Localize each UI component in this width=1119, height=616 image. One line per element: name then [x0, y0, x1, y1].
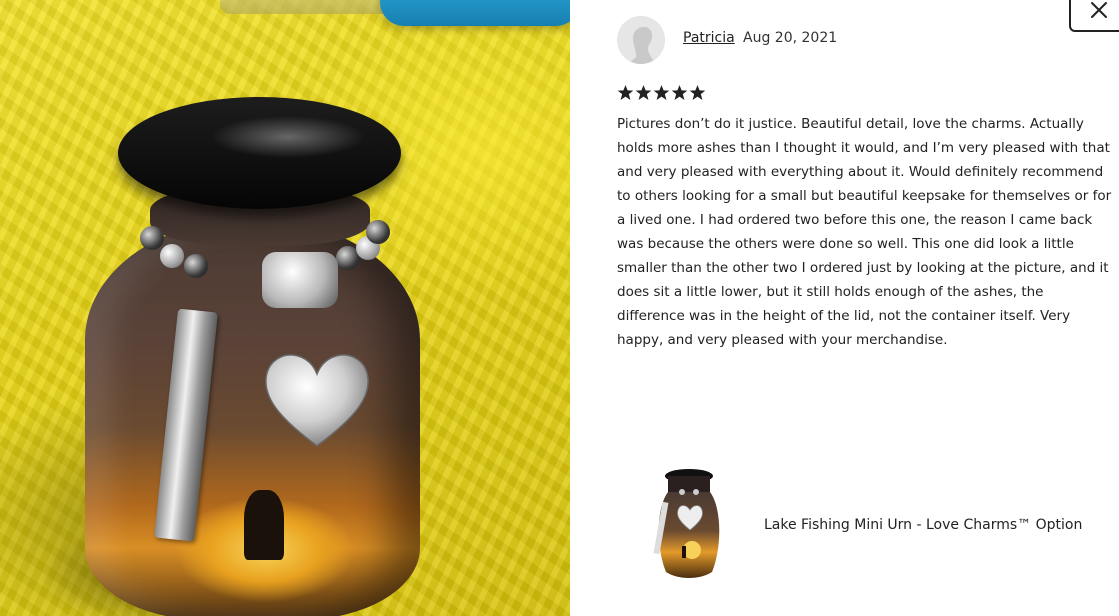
urn-lid — [118, 97, 401, 209]
heart-charm — [265, 354, 369, 447]
review-date: Aug 20, 2021 — [743, 30, 838, 46]
star-icon — [635, 85, 652, 100]
star-icon — [689, 85, 706, 100]
charm-bail — [262, 252, 338, 308]
reviewer-avatar[interactable] — [617, 16, 665, 64]
product-name-link[interactable]: Lake Fishing Mini Urn - Love Charms™ Opt… — [764, 517, 1082, 533]
star-icon — [671, 85, 688, 100]
close-icon — [1091, 2, 1107, 18]
fisherman-silhouette — [244, 490, 284, 560]
background-object — [220, 0, 390, 14]
default-avatar-icon — [617, 16, 665, 64]
charm-bead — [184, 254, 208, 278]
charm-bead — [366, 220, 390, 244]
star-icon — [617, 85, 634, 100]
charm-bead — [160, 244, 184, 268]
product-thumbnail[interactable] — [648, 468, 730, 580]
review-text: Pictures don’t do it justice. Beautiful … — [617, 116, 1112, 348]
review-panel: Patricia Aug 20, 2021 Pictures don’t do … — [570, 0, 1119, 616]
reviewer-name-link[interactable]: Patricia — [683, 30, 735, 46]
star-rating — [617, 84, 706, 101]
close-button[interactable] — [1069, 0, 1119, 32]
star-icon — [653, 85, 670, 100]
review-photo — [0, 0, 570, 616]
background-object — [380, 0, 570, 26]
charm-bead — [140, 226, 164, 250]
